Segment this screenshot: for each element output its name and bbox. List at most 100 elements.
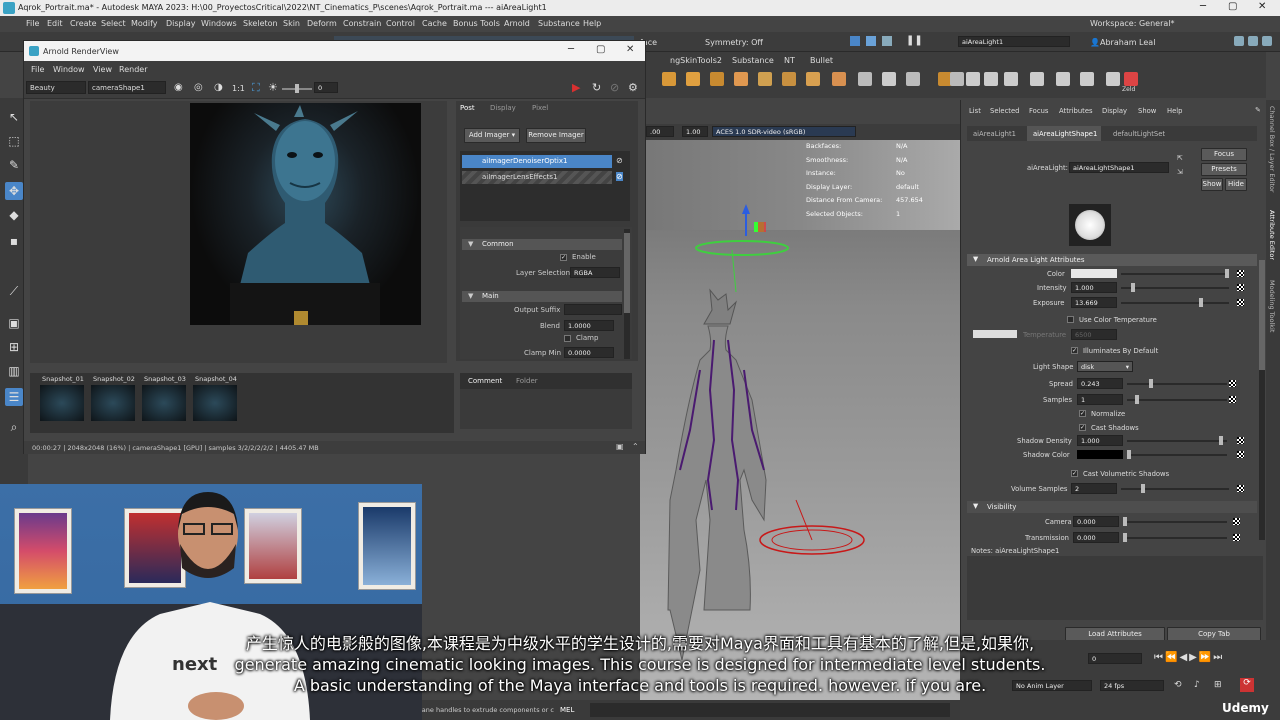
minimize-icon[interactable]: ─ [568, 44, 574, 55]
menu-control[interactable]: Control [386, 19, 415, 28]
collapse-icon[interactable]: ▼ [468, 240, 473, 248]
slider-knob[interactable] [1225, 269, 1229, 278]
intensity-field[interactable]: 1.000 [1071, 282, 1117, 293]
exposure-icon[interactable]: ☀ [268, 81, 278, 94]
cast-volumetric-checkbox[interactable]: ✓ [1071, 470, 1078, 477]
menu-create[interactable]: Create [70, 19, 97, 28]
layout-icon[interactable] [1262, 36, 1272, 46]
shelf-tool-icon[interactable] [966, 72, 980, 86]
menu-deform[interactable]: Deform [307, 19, 337, 28]
shelf-tab-substance[interactable]: Substance [732, 56, 774, 65]
transmission-slider[interactable] [1123, 533, 1227, 542]
viewport-exposure-field[interactable]: 1.00 [682, 126, 708, 137]
user-account-icon[interactable]: 👤 [1090, 38, 1100, 47]
slider-knob[interactable] [1219, 436, 1223, 445]
shelf-tool-icon[interactable] [662, 72, 676, 86]
menu-file[interactable]: File [26, 19, 39, 28]
transmission-field[interactable]: 0.000 [1073, 532, 1119, 543]
menu-skin[interactable]: Skin [283, 19, 300, 28]
spread-slider[interactable] [1127, 379, 1227, 388]
viewport-gamma-field[interactable]: .00 [646, 126, 674, 137]
pause-ipr-icon[interactable]: ❚❚ [906, 35, 923, 46]
map-button-icon[interactable] [1233, 518, 1240, 525]
normalize-checkbox[interactable]: ✓ [1079, 410, 1086, 417]
load-node-icon[interactable]: ⇱ [1177, 154, 1183, 162]
aov-dropdown[interactable]: Beauty [26, 81, 86, 94]
curve-tool-icon[interactable]: ⟋ [5, 282, 23, 300]
zoom-ratio[interactable]: 1:1 [232, 84, 245, 93]
lut-icon[interactable]: ◎ [194, 82, 203, 93]
rotate-tool-icon[interactable]: ◆ [5, 206, 23, 224]
rv-menu-window[interactable]: Window [53, 65, 85, 74]
close-icon[interactable]: ✕ [1258, 1, 1266, 12]
slider-knob[interactable] [1141, 484, 1145, 493]
use-color-temp-checkbox[interactable] [1067, 316, 1074, 323]
tab-folder[interactable]: Folder [516, 377, 538, 385]
minimize-icon[interactable]: ─ [1200, 1, 1206, 12]
imager-toggle-icon[interactable]: ⊘ [616, 172, 623, 181]
render-icon[interactable] [850, 36, 860, 46]
move-tool-icon[interactable]: ✥ [5, 182, 23, 200]
shelf-tool-icon[interactable] [1056, 72, 1070, 86]
collapse-icon[interactable]: ▼ [973, 502, 978, 510]
exposure-slider[interactable] [282, 84, 312, 93]
map-button-icon[interactable] [1237, 451, 1244, 458]
map-button-icon[interactable] [1237, 284, 1244, 291]
render-play-icon[interactable]: ▶ [572, 81, 580, 94]
menu-windows[interactable]: Windows [201, 19, 237, 28]
layout-single-icon[interactable]: ▣ [5, 314, 23, 332]
cast-shadows-checkbox[interactable]: ✓ [1079, 424, 1086, 431]
menu-help[interactable]: Help [583, 19, 601, 28]
menu-modify[interactable]: Modify [131, 19, 158, 28]
stop-icon[interactable]: ⊘ [610, 81, 619, 94]
expand-icon[interactable]: ⌃ [632, 442, 639, 451]
volume-samples-slider[interactable] [1121, 484, 1229, 493]
copy-node-icon[interactable]: ⇲ [1177, 168, 1183, 176]
samples-field[interactable]: 1 [1077, 394, 1123, 405]
shelf-tool-icon[interactable] [950, 72, 964, 86]
scale-tool-icon[interactable]: ▪ [5, 232, 23, 250]
output-suffix-field[interactable] [564, 304, 622, 315]
snapshot-thumbnail[interactable]: Snapshot_04 [193, 375, 237, 421]
presets-button[interactable]: Presets [1201, 163, 1247, 176]
layout-four-icon[interactable]: ⊞ [5, 338, 23, 356]
slider-knob[interactable] [1199, 298, 1203, 307]
maximize-icon[interactable]: ▢ [1228, 1, 1237, 12]
volume-samples-field[interactable]: 2 [1071, 483, 1117, 494]
ae-tab-transform[interactable]: aiAreaLight1 [973, 130, 1016, 138]
rv-menu-file[interactable]: File [31, 65, 44, 74]
ae-menu-selected[interactable]: Selected [990, 107, 1019, 115]
refresh-icon[interactable]: ↻ [592, 81, 601, 94]
side-tab-attribute-editor[interactable]: Attribute Editor [1268, 210, 1276, 260]
side-tab-channel-box[interactable]: Channel Box / Layer Editor [1268, 106, 1276, 193]
camera-dropdown[interactable]: cameraShape1 [88, 81, 166, 94]
ae-menu-show[interactable]: Show [1138, 107, 1156, 115]
focus-button[interactable]: Focus [1201, 148, 1247, 161]
rv-menu-view[interactable]: View [93, 65, 112, 74]
color-swatch[interactable] [1071, 269, 1117, 278]
slider-knob[interactable] [1123, 533, 1127, 542]
symmetry-dropdown[interactable]: Symmetry: Off [705, 38, 763, 47]
ae-tab-shape[interactable]: aiAreaLightShape1 [1033, 130, 1097, 138]
shelf-tool-icon[interactable] [806, 72, 820, 86]
layout-icon[interactable] [1234, 36, 1244, 46]
rv-menu-render[interactable]: Render [119, 65, 147, 74]
shelf-tool-icon[interactable] [1080, 72, 1094, 86]
node-name-field[interactable]: aiAreaLightShape1 [1069, 162, 1169, 173]
lasso-tool-icon[interactable]: ⬚ [5, 132, 23, 150]
ae-menu-help[interactable]: Help [1167, 107, 1183, 115]
section-area-light-attrs[interactable]: Arnold Area Light Attributes [967, 254, 1257, 266]
pin-icon[interactable]: ✎ [1255, 106, 1261, 114]
maximize-icon[interactable]: ▢ [596, 44, 605, 55]
comment-textarea[interactable] [460, 389, 632, 429]
tab-post[interactable]: Post [460, 104, 475, 112]
slider-knob[interactable] [1149, 379, 1153, 388]
menu-display[interactable]: Display [166, 19, 196, 28]
shelf-tool-icon[interactable] [906, 72, 920, 86]
menu-skeleton[interactable]: Skeleton [243, 19, 278, 28]
map-button-icon[interactable] [1229, 380, 1236, 387]
map-button-icon[interactable] [1237, 485, 1244, 492]
clamp-min-field[interactable]: 0.0000 [564, 347, 614, 358]
workspace-selector[interactable]: Workspace: General* [1090, 19, 1175, 28]
camera-slider[interactable] [1123, 517, 1227, 526]
